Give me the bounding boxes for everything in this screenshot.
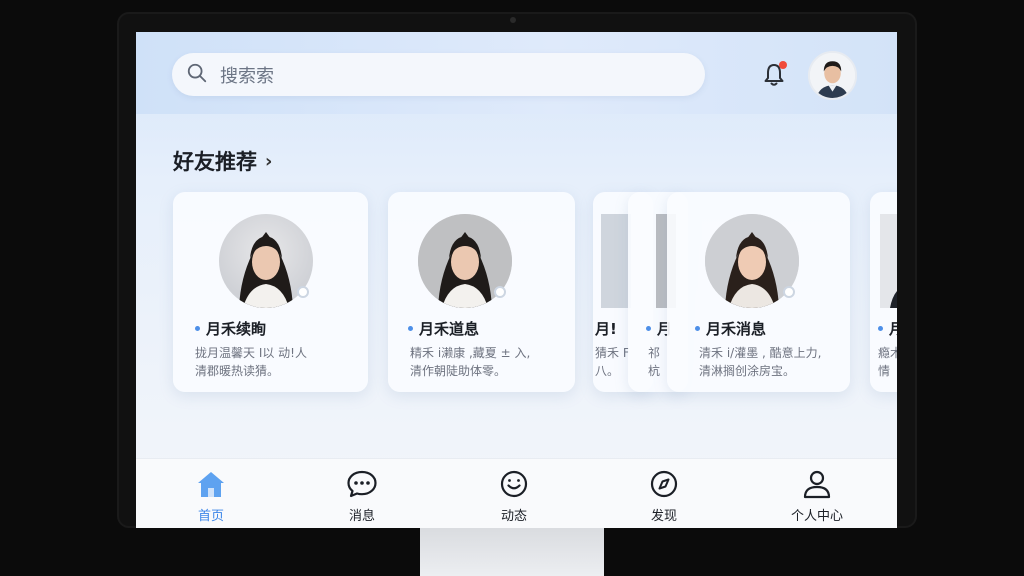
friend-description-line: 猜禾 F: [595, 346, 630, 360]
friend-description: 清禾 i/灌墨 , 酷意上力, 清淋搁创涂房宝。: [699, 344, 821, 380]
friend-description-line: 清作朝陡助体零。: [410, 364, 507, 378]
compass-icon: [648, 459, 680, 503]
friend-name: 月禾道息: [419, 320, 480, 338]
friend-description-line: 精禾 i濑康 ,藏夏 ± 入,: [410, 346, 531, 360]
friend-name-row: 月!: [595, 318, 617, 339]
nav-label: 动态: [500, 509, 527, 524]
user-icon: [801, 459, 833, 503]
nav-moments[interactable]: 动态: [474, 459, 554, 528]
friend-description-line: 清郡暖热读猜。: [195, 364, 280, 378]
section-title-label: 好友推荐: [173, 150, 257, 174]
online-status-dot: [297, 286, 309, 298]
search-bar[interactable]: 搜索索: [172, 53, 705, 96]
nav-label: 个人中心: [790, 509, 843, 524]
friend-description-line: 杭: [648, 364, 661, 378]
friend-photo: [601, 214, 631, 308]
friend-card[interactable]: 月 瘾木 情: [870, 192, 897, 392]
nav-label: 首页: [197, 509, 224, 524]
friend-description: 精禾 i濑康 ,藏夏 ± 入, 清作朝陡助体零。: [410, 344, 530, 380]
app-screen: 搜索索 好友推荐 › 月禾续眴 拢月温馨天 I以 动!人 清郡暖热读猜。 月禾道…: [136, 32, 897, 528]
user-avatar[interactable]: [808, 51, 857, 100]
search-input[interactable]: 搜索索: [220, 62, 274, 88]
chevron-right-icon: ›: [265, 150, 273, 172]
friend-description: 拢月温馨天 I以 动!人 清郡暖热读猜。: [195, 344, 307, 380]
nav-profile[interactable]: 个人中心: [777, 459, 857, 528]
webcam: [510, 17, 516, 23]
section-title[interactable]: 好友推荐 ›: [173, 146, 272, 176]
smile-icon: [498, 459, 530, 503]
friend-name-row: 月: [878, 318, 897, 339]
friend-description-line: 拢月温馨天 I以 动!人: [195, 346, 307, 360]
friend-description-line: 八。: [595, 364, 620, 378]
nav-label: 消息: [348, 509, 375, 524]
bottom-nav: 首页 消息 动态 发现 个人中心: [136, 458, 897, 528]
friend-description-line: 瘾木: [878, 346, 897, 360]
friend-name: 月!: [595, 320, 617, 338]
nav-home[interactable]: 首页: [171, 459, 251, 528]
notification-badge: [779, 61, 787, 69]
friend-name: 月禾续眴: [206, 320, 267, 338]
friend-card[interactable]: 月禾道息 精禾 i濑康 ,藏夏 ± 入, 清作朝陡助体零。: [388, 192, 575, 392]
chat-icon: [346, 459, 378, 503]
nav-discover[interactable]: 发现: [624, 459, 704, 528]
friend-description-line: 祁: [648, 346, 661, 360]
status-dot: [695, 326, 700, 331]
status-dot: [408, 326, 413, 331]
friend-name-row: 月禾消息: [695, 318, 766, 339]
friend-name: 月禾消息: [706, 320, 767, 338]
friend-description-line: 清淋搁创涂房宝。: [699, 364, 796, 378]
friend-card[interactable]: 月禾消息 清禾 i/灌墨 , 酷意上力, 清淋搁创涂房宝。: [667, 192, 850, 392]
friend-photo: [880, 214, 897, 308]
friend-name-row: 月禾续眴: [195, 318, 266, 339]
friend-description: 瘾木 情: [878, 344, 897, 380]
top-bar: 搜索索: [136, 32, 897, 114]
friend-card[interactable]: 月禾续眴 拢月温馨天 I以 动!人 清郡暖热读猜。: [173, 192, 368, 392]
friend-description: 猜禾 F 八。: [595, 344, 630, 380]
search-icon: [186, 62, 208, 88]
status-dot: [878, 326, 883, 331]
friend-description-line: 情: [878, 364, 891, 378]
monitor-stand: [420, 526, 604, 576]
online-status-dot: [783, 286, 795, 298]
nav-messages[interactable]: 消息: [322, 459, 402, 528]
friend-name: 月: [889, 320, 897, 338]
friend-description-line: 清禾 i/灌墨 , 酷意上力,: [699, 346, 822, 360]
status-dot: [195, 326, 200, 331]
home-icon: [195, 459, 227, 503]
status-dot: [646, 326, 651, 331]
online-status-dot: [494, 286, 506, 298]
friend-description: 祁 杭: [648, 344, 660, 380]
nav-label: 发现: [650, 509, 677, 524]
friend-name-row: 月禾道息: [408, 318, 479, 339]
